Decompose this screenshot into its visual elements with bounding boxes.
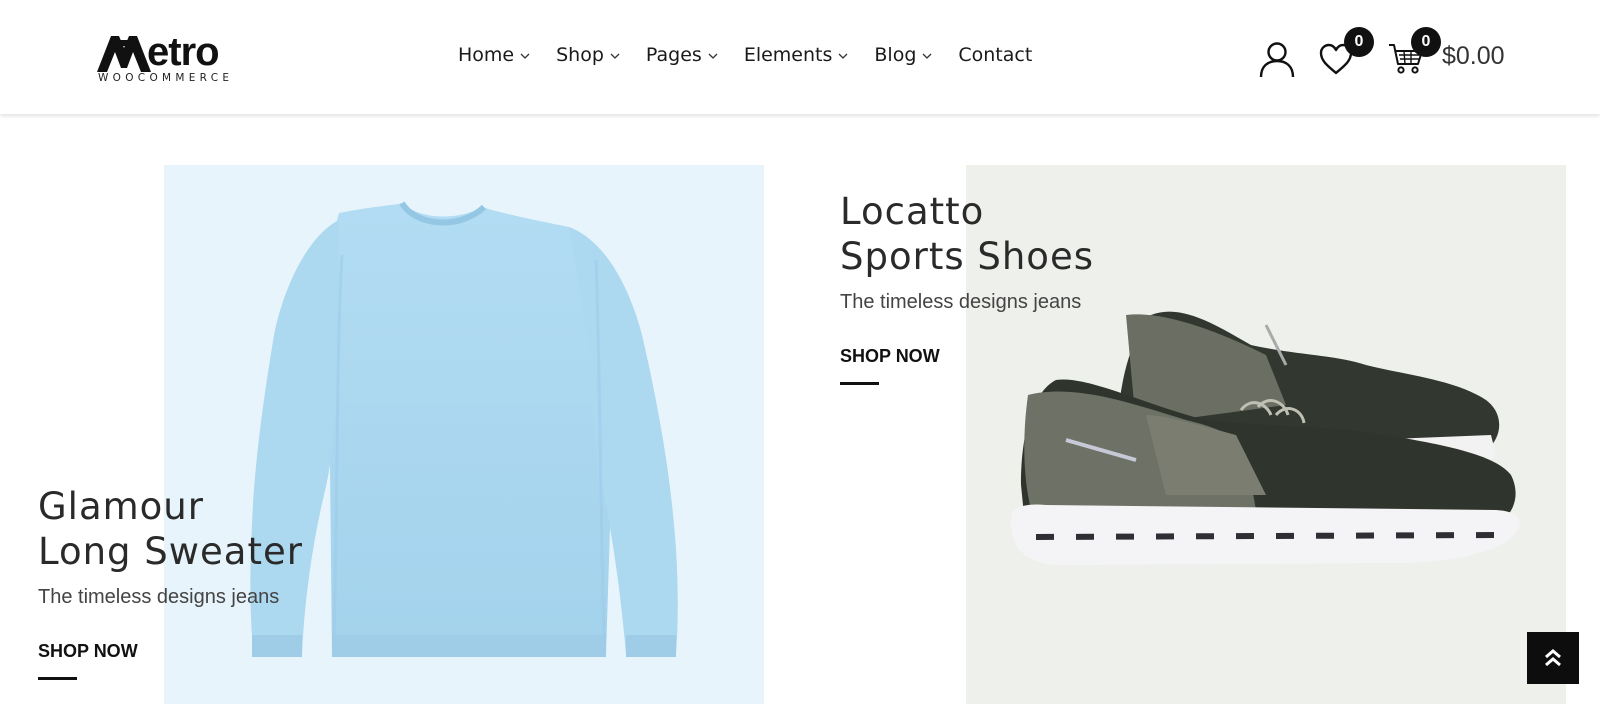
chevron-down-icon (708, 53, 718, 59)
wishlist-count-badge: 0 (1344, 27, 1374, 57)
nav-label: Blog (874, 44, 917, 66)
nav-item-blog[interactable]: Blog (874, 40, 932, 70)
nav-label: Shop (556, 44, 604, 66)
chevron-down-icon (610, 53, 620, 59)
shop-now-button[interactable]: SHOP NOW (38, 641, 138, 680)
banner-title-line2: Long Sweater (38, 530, 303, 573)
main-navigation: Home Shop Pages Elements Blog Contact (458, 40, 1032, 70)
nav-label: Pages (645, 44, 702, 66)
logo-text: etro (147, 30, 220, 74)
site-logo[interactable]: etro WOOCOMMERCE (97, 28, 247, 88)
banner-title-line2: Sports Shoes (840, 235, 1094, 278)
banner-subtitle: The timeless designs jeans (38, 586, 280, 608)
cart-count-badge: 0 (1411, 27, 1441, 57)
banner-sweater-text: Glamour Long Sweater The timeless design… (38, 484, 303, 680)
shop-now-button[interactable]: SHOP NOW (840, 346, 940, 385)
nav-label: Contact (958, 44, 1033, 66)
chevron-down-icon (838, 53, 848, 59)
nav-item-elements[interactable]: Elements (744, 40, 849, 70)
banner-title: Locatto Sports Shoes (840, 189, 1094, 279)
nav-item-home[interactable]: Home (458, 40, 530, 70)
nav-label: Home (458, 44, 515, 66)
logo-m-mark (97, 36, 151, 72)
nav-label: Elements (743, 44, 833, 66)
banner-title-line1: Locatto (840, 190, 985, 233)
banner-subtitle: The timeless designs jeans (840, 291, 1082, 313)
nav-item-pages[interactable]: Pages (646, 40, 718, 70)
nav-item-shop[interactable]: Shop (556, 40, 620, 70)
chevron-down-icon (922, 53, 932, 59)
nav-item-contact[interactable]: Contact (958, 40, 1032, 70)
banner-shoes-text: Locatto Sports Shoes The timeless design… (840, 189, 1094, 385)
banner-title: Glamour Long Sweater (38, 484, 303, 574)
site-header: etro WOOCOMMERCE Home Shop Pages Element… (0, 0, 1600, 114)
double-chevron-up-icon (1545, 649, 1561, 667)
back-to-top-button[interactable] (1527, 632, 1579, 684)
user-icon[interactable] (1258, 40, 1296, 78)
logo-subtitle: WOOCOMMERCE (98, 72, 234, 84)
logo-wordmark: etro (97, 28, 220, 74)
cart-total[interactable]: $0.00 (1442, 42, 1505, 71)
chevron-down-icon (520, 53, 530, 59)
banner-title-line1: Glamour (38, 485, 204, 528)
